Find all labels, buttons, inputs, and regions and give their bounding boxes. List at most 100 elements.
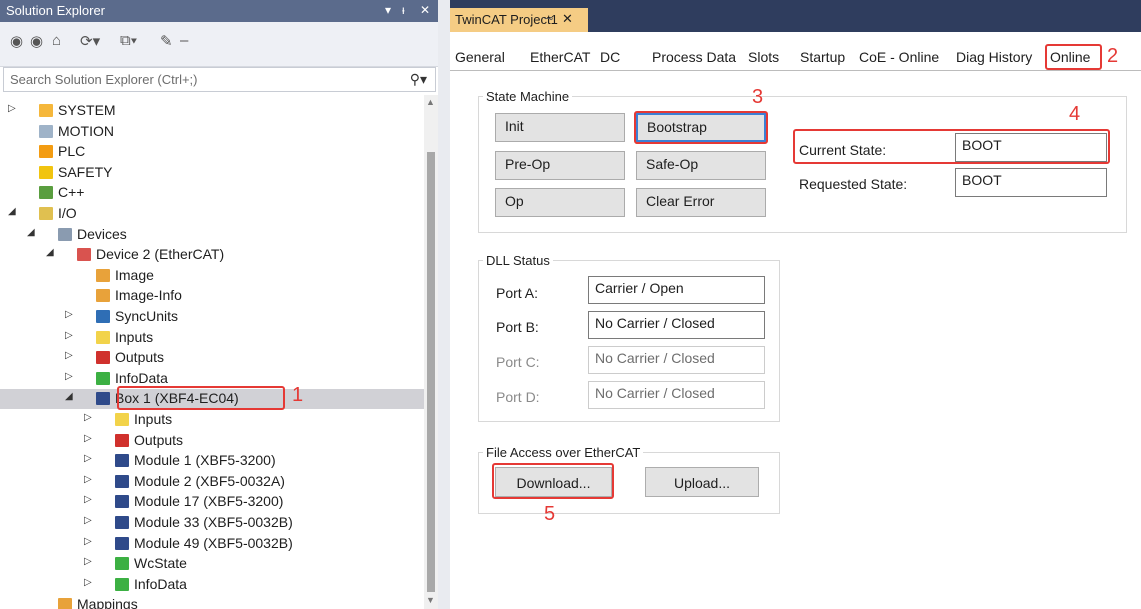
- expand-arrow-icon[interactable]: ▷: [84, 453, 92, 464]
- close-icon[interactable]: ✕: [420, 3, 430, 17]
- pin-tab-icon[interactable]: ⊸: [544, 12, 553, 25]
- preview-icon[interactable]: –: [180, 32, 188, 49]
- tree-item[interactable]: ▷ Inputs: [0, 410, 424, 430]
- tree-item[interactable]: PLC: [0, 142, 424, 162]
- scrollbar-thumb[interactable]: [427, 152, 435, 592]
- tree-item-label: Module 2 (XBF5-0032A): [134, 472, 285, 489]
- expand-arrow-icon[interactable]: ▷: [84, 412, 92, 423]
- collapse-arrow-icon[interactable]: ◢: [65, 391, 73, 402]
- tab-slots[interactable]: Slots: [748, 49, 779, 65]
- tree-node-icon: [77, 248, 91, 262]
- expand-arrow-icon[interactable]: ▷: [65, 350, 73, 361]
- dropdown-icon[interactable]: ▾: [385, 3, 391, 17]
- tab-general[interactable]: General: [455, 49, 505, 65]
- expand-arrow-icon[interactable]: ▷: [84, 577, 92, 588]
- tree-item-label: Outputs: [134, 431, 184, 448]
- tree-node-icon: [115, 577, 129, 591]
- tree-item[interactable]: ▷ SYSTEM: [0, 101, 424, 121]
- solution-explorer-search[interactable]: Search Solution Explorer (Ctrl+;) ⚲▾: [3, 67, 436, 92]
- annotation-5: 5: [544, 503, 556, 525]
- forward-icon[interactable]: ◉: [30, 32, 43, 50]
- tab-diag-history[interactable]: Diag History: [956, 49, 1032, 65]
- scroll-down-icon[interactable]: ▼: [426, 595, 435, 605]
- clear-error-button[interactable]: Clear Error: [636, 188, 766, 217]
- port-d-field: No Carrier / Closed: [588, 381, 765, 409]
- pre-op-button[interactable]: Pre-Op: [495, 151, 625, 180]
- sync-icon[interactable]: ⟳▾: [80, 32, 100, 50]
- close-tab-icon[interactable]: ✕: [562, 11, 573, 27]
- pending-changes-icon[interactable]: ⧉▾: [120, 32, 137, 49]
- tree-node-icon: [115, 495, 129, 509]
- pane-splitter[interactable]: [438, 0, 450, 609]
- expand-arrow-icon[interactable]: ▷: [84, 474, 92, 485]
- solution-tree: ▷ SYSTEM MOTION PLC SAFETY C++ ◢ I/O ◢ Devices ◢ De…: [0, 95, 424, 609]
- tree-item[interactable]: ◢ Device 2 (EtherCAT): [0, 245, 424, 265]
- tree-item-label: SYSTEM: [58, 102, 116, 118]
- tree-item[interactable]: ▷ SyncUnits: [0, 307, 424, 327]
- pin-icon[interactable]: ᵻ: [402, 3, 405, 17]
- home-icon[interactable]: ⌂: [52, 32, 61, 49]
- expand-arrow-icon[interactable]: ▷: [84, 515, 92, 526]
- tree-item[interactable]: C++: [0, 183, 424, 203]
- expand-arrow-icon[interactable]: ▷: [84, 556, 92, 567]
- tree-item[interactable]: ▷ Module 1 (XBF5-3200): [0, 451, 424, 471]
- tree-item[interactable]: ◢ Devices: [0, 225, 424, 245]
- tree-item[interactable]: Image-Info: [0, 286, 424, 306]
- expand-arrow-icon[interactable]: ▷: [84, 433, 92, 444]
- collapse-arrow-icon[interactable]: ◢: [27, 227, 35, 238]
- tab-process-data[interactable]: Process Data: [652, 49, 736, 65]
- collapse-arrow-icon[interactable]: ◢: [46, 247, 54, 258]
- document-tab[interactable]: TwinCAT Project1 ⊸ ✕: [450, 8, 588, 32]
- tree-item-label: C++: [58, 184, 85, 201]
- expand-arrow-icon[interactable]: ▷: [84, 494, 92, 505]
- tree-item[interactable]: ▷ Module 17 (XBF5-3200): [0, 492, 424, 512]
- expand-arrow-icon[interactable]: ▷: [65, 309, 73, 320]
- init-button[interactable]: Init: [495, 113, 625, 142]
- safe-op-button[interactable]: Safe-Op: [636, 151, 766, 180]
- back-icon[interactable]: ◉: [10, 32, 23, 50]
- tree-item[interactable]: ▷ Outputs: [0, 348, 424, 368]
- tree-node-icon: [96, 371, 110, 385]
- tree-item[interactable]: Mappings: [0, 595, 424, 609]
- expand-arrow-icon[interactable]: ▷: [65, 330, 73, 341]
- highlight-box-1: [117, 386, 285, 410]
- tree-node-icon: [115, 474, 129, 488]
- op-button[interactable]: Op: [495, 188, 625, 217]
- tree-item[interactable]: MOTION: [0, 122, 424, 142]
- tree-node-icon: [58, 598, 72, 609]
- tree-item[interactable]: Image: [0, 266, 424, 286]
- highlight-current-state: [793, 129, 1110, 164]
- tree-node-icon: [39, 186, 53, 200]
- search-icon[interactable]: ⚲▾: [410, 71, 427, 88]
- tree-item[interactable]: ▷ Module 49 (XBF5-0032B): [0, 534, 424, 554]
- tree-item[interactable]: ▷ Module 2 (XBF5-0032A): [0, 472, 424, 492]
- expand-arrow-icon[interactable]: ▷: [65, 371, 73, 382]
- upload-button[interactable]: Upload...: [645, 467, 759, 497]
- tab-ethercat[interactable]: EtherCAT: [530, 49, 590, 65]
- tree-node-icon: [115, 536, 129, 550]
- tree-item-label: Devices: [77, 225, 127, 242]
- tree-item[interactable]: ▷ InfoData: [0, 575, 424, 595]
- expand-arrow-icon[interactable]: ▷: [8, 103, 16, 114]
- tree-item-label: Image: [115, 266, 154, 283]
- tree-item[interactable]: ▷ Module 33 (XBF5-0032B): [0, 513, 424, 533]
- properties-icon[interactable]: ✎: [160, 32, 173, 50]
- expand-arrow-icon[interactable]: ▷: [84, 536, 92, 547]
- tree-node-icon: [39, 104, 53, 117]
- tree-item[interactable]: ◢ I/O: [0, 204, 424, 224]
- tree-item-label: Module 17 (XBF5-3200): [134, 493, 284, 510]
- tree-item[interactable]: ▷ Outputs: [0, 431, 424, 451]
- collapse-arrow-icon[interactable]: ◢: [8, 206, 16, 217]
- tab-dc[interactable]: DC: [600, 49, 620, 65]
- tree-item[interactable]: SAFETY: [0, 163, 424, 183]
- tree-scrollbar[interactable]: ▲ ▼: [424, 95, 438, 609]
- dll-status-title: DLL Status: [483, 253, 553, 268]
- tree-item-label: Image-Info: [115, 287, 182, 304]
- tree-item-label: InfoData: [134, 575, 187, 592]
- scroll-up-icon[interactable]: ▲: [426, 97, 435, 107]
- tab-startup[interactable]: Startup: [800, 49, 845, 65]
- tab-coe-online[interactable]: CoE - Online: [859, 49, 939, 65]
- tree-item[interactable]: ▷ Inputs: [0, 328, 424, 348]
- state-machine-title: State Machine: [483, 89, 573, 104]
- tree-item[interactable]: ▷ WcState: [0, 554, 424, 574]
